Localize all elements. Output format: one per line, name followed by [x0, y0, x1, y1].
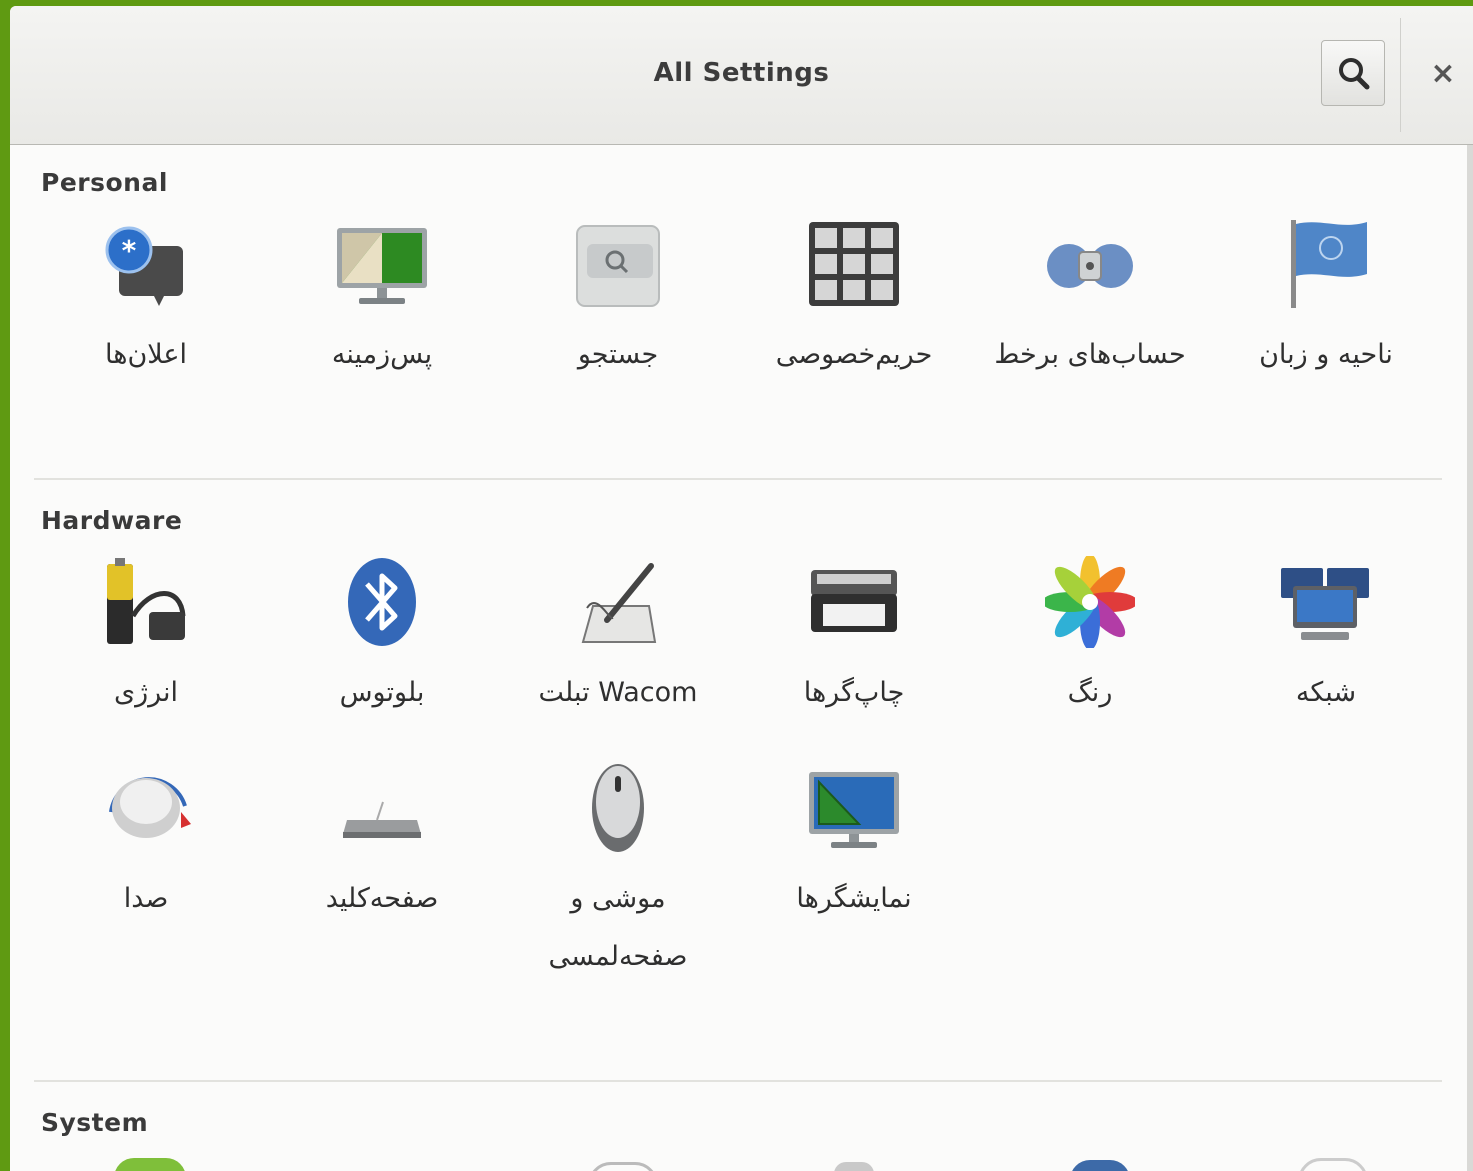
panel-label: شبکه — [1295, 677, 1357, 708]
wacom-tablet-icon — [581, 563, 657, 643]
section-title-personal: Personal — [41, 168, 168, 197]
printer-icon — [811, 570, 897, 632]
system-item-icon[interactable] — [1070, 1160, 1130, 1171]
panel-label: صدا — [123, 883, 169, 914]
window-title: All Settings — [653, 58, 830, 88]
panel-label: بلوتوس — [339, 677, 425, 708]
panel-label: رنگ — [1067, 677, 1113, 708]
panel-label: ناحیه و زبان — [1259, 339, 1393, 370]
header-separator — [1400, 18, 1401, 132]
section-divider — [34, 1080, 1442, 1082]
header-bar: All Settings × — [10, 6, 1473, 145]
panel-label: اعلان‌ها — [104, 339, 187, 370]
online-accounts-icon — [1047, 244, 1133, 288]
section-title-hardware: Hardware — [41, 506, 183, 535]
panel-label: حریم‌خصوصی — [775, 339, 933, 370]
color-icon — [1045, 556, 1135, 648]
system-item-icon[interactable] — [1298, 1158, 1368, 1171]
close-icon: × — [1430, 56, 1456, 91]
panel-label: پس‌زمینه — [331, 339, 433, 370]
panel-label: صفحه‌کلید — [325, 883, 439, 914]
section-divider — [34, 478, 1442, 480]
notifications-icon: * — [105, 226, 183, 306]
network-icon — [1281, 568, 1369, 640]
region-language-icon — [1291, 220, 1367, 308]
panel-label: انرژی — [113, 677, 179, 708]
section-title-system: System — [41, 1108, 149, 1137]
panel-label: جستجو — [577, 339, 659, 370]
bluetooth-icon — [348, 558, 416, 646]
panel-label: چاپ‌گرها — [803, 677, 905, 708]
search-icon — [1339, 58, 1370, 90]
scrollbar[interactable] — [1467, 145, 1473, 1171]
displays-icon — [809, 772, 899, 848]
panel-label: حساب‌های برخط — [994, 339, 1186, 370]
panel-label: موشی و صفحه‌لمسی — [548, 883, 688, 972]
sound-icon — [109, 777, 191, 838]
privacy-icon — [809, 222, 899, 306]
system-item-icon[interactable] — [834, 1162, 874, 1171]
power-icon — [107, 558, 186, 644]
panel-label: تبلت Wacom — [538, 677, 698, 708]
settings-window: All Settings × Personal * اعلان‌ها — [10, 6, 1473, 1171]
close-button[interactable]: × — [1425, 54, 1461, 94]
svg-text:*: * — [122, 234, 137, 267]
panel-label: نمایشگرها — [796, 883, 912, 914]
search-button[interactable] — [1321, 40, 1385, 106]
background-icon — [337, 228, 427, 304]
search-settings-icon — [576, 225, 660, 307]
system-item-icon[interactable] — [588, 1162, 658, 1171]
mouse-touchpad-icon — [592, 764, 644, 852]
system-item-icon[interactable] — [114, 1158, 186, 1171]
keyboard-icon — [343, 801, 421, 838]
